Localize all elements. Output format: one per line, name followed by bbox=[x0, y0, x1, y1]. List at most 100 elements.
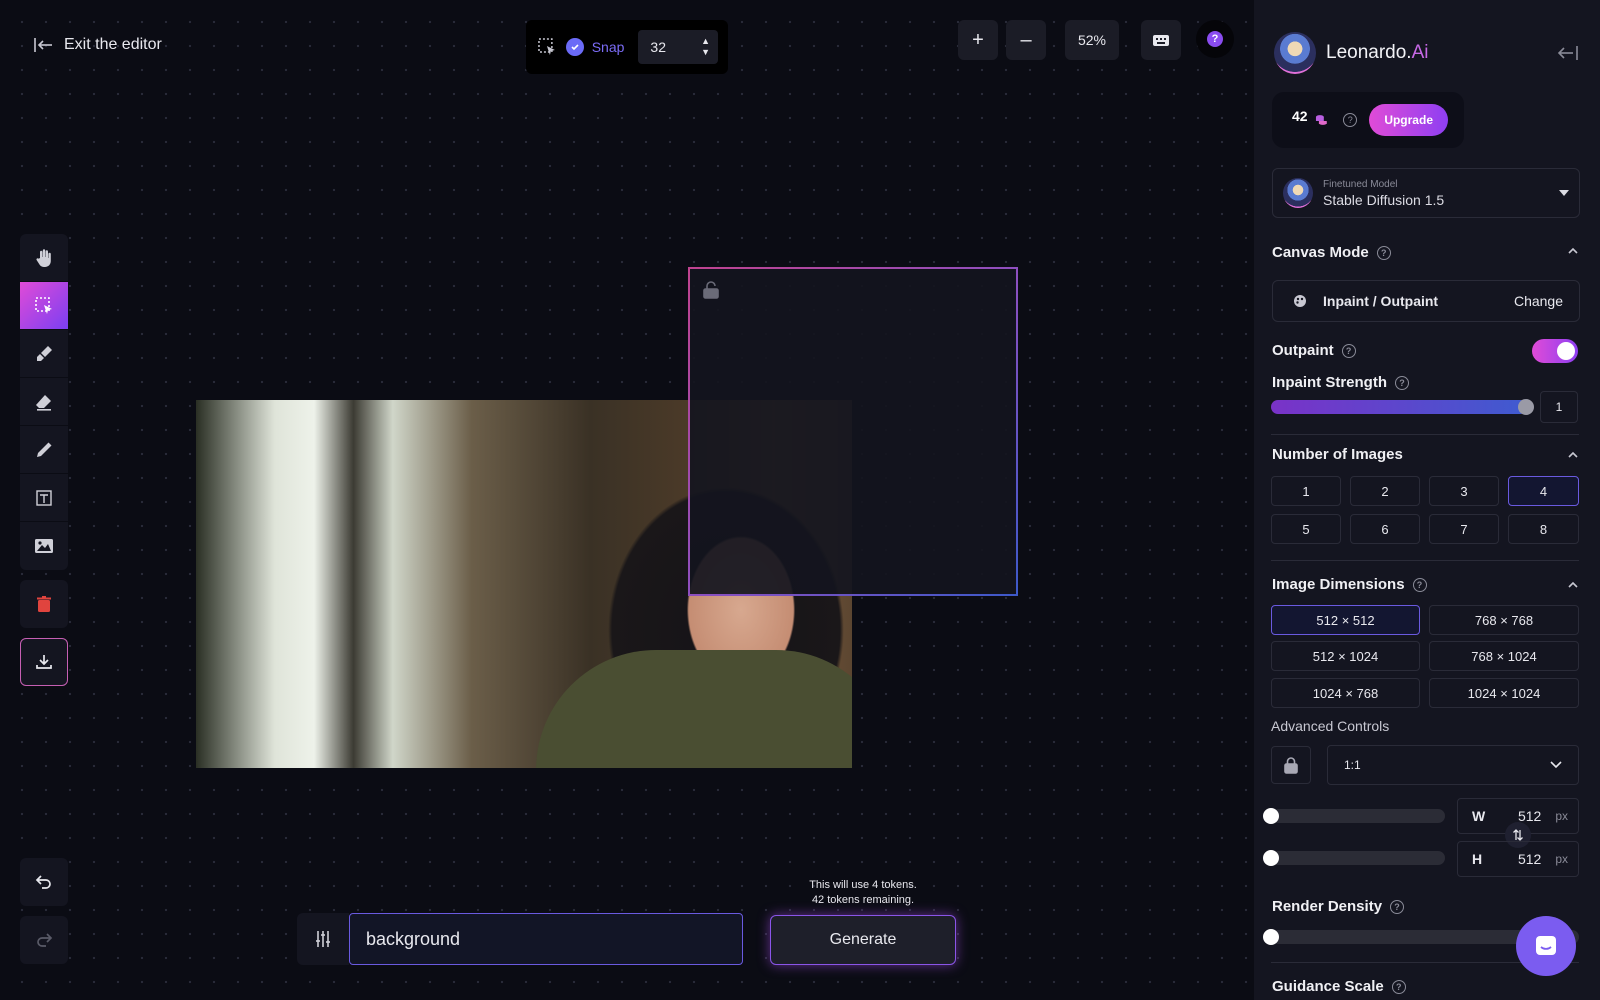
canvas-mode-title: Canvas Mode bbox=[1272, 244, 1369, 261]
eraser-icon bbox=[36, 394, 51, 411]
snap-label: Snap bbox=[591, 39, 625, 55]
image-count-option[interactable]: 8 bbox=[1508, 514, 1579, 544]
advanced-controls-label: Advanced Controls bbox=[1271, 718, 1390, 734]
brand-name: Leonardo.Ai bbox=[1326, 42, 1428, 64]
coins-icon bbox=[1315, 115, 1327, 125]
zoom-level[interactable]: 52% bbox=[1065, 20, 1119, 60]
help-icon[interactable]: ? bbox=[1341, 343, 1356, 358]
height-slider[interactable] bbox=[1271, 851, 1445, 865]
snap-value: 32 bbox=[650, 39, 666, 55]
generate-button[interactable]: Generate bbox=[770, 915, 956, 965]
selection-icon[interactable] bbox=[536, 36, 558, 58]
keyboard-shortcuts-button[interactable] bbox=[1141, 20, 1181, 60]
image-count-option[interactable]: 6 bbox=[1350, 514, 1420, 544]
help-icon[interactable]: ? bbox=[1412, 577, 1427, 592]
inpaint-strength-slider[interactable] bbox=[1271, 400, 1527, 414]
image-count-option[interactable]: 5 bbox=[1271, 514, 1341, 544]
support-chat-button[interactable] bbox=[1516, 916, 1576, 976]
stepper-up-icon[interactable]: ▲ bbox=[701, 37, 710, 46]
dimension-option[interactable]: 768 × 1024 bbox=[1429, 641, 1579, 671]
upgrade-button[interactable]: Upgrade bbox=[1369, 104, 1448, 136]
number-of-images-heading: Number of Images bbox=[1272, 446, 1403, 463]
dimension-option-selected[interactable]: 512 × 512 bbox=[1271, 605, 1420, 635]
token-count: 42 bbox=[1292, 108, 1308, 124]
divider bbox=[1271, 560, 1579, 561]
inpaint-strength-thumb[interactable] bbox=[1518, 399, 1534, 415]
image-count-option[interactable]: 2 bbox=[1350, 476, 1420, 506]
help-icon[interactable]: ? bbox=[1376, 245, 1391, 260]
token-usage-note: This will use 4 tokens. 42 tokens remain… bbox=[770, 878, 956, 908]
zoom-out-button[interactable]: – bbox=[1006, 20, 1046, 60]
image-count-option[interactable]: 3 bbox=[1429, 476, 1499, 506]
prompt-bar bbox=[297, 913, 743, 965]
change-mode-button[interactable]: Change bbox=[1514, 293, 1563, 309]
download-button[interactable] bbox=[20, 638, 68, 686]
help-icon[interactable]: ? bbox=[1395, 375, 1409, 390]
exit-editor-button[interactable]: Exit the editor bbox=[32, 34, 162, 56]
guidance-scale-heading: Guidance Scale ? bbox=[1272, 978, 1406, 995]
avatar[interactable] bbox=[1274, 32, 1316, 74]
tool-palette bbox=[20, 234, 68, 570]
model-selector[interactable]: Finetuned Model Stable Diffusion 1.5 bbox=[1272, 168, 1580, 218]
outpaint-toggle[interactable] bbox=[1532, 339, 1578, 363]
chevron-up-icon[interactable] bbox=[1568, 580, 1578, 590]
dimension-option[interactable]: 768 × 768 bbox=[1429, 605, 1579, 635]
trash-icon bbox=[37, 596, 51, 612]
inpaint-strength-value[interactable]: 1 bbox=[1540, 391, 1578, 423]
model-avatar bbox=[1283, 178, 1313, 208]
check-icon bbox=[571, 44, 579, 51]
width-slider-thumb[interactable] bbox=[1263, 808, 1279, 824]
dimension-option[interactable]: 512 × 1024 bbox=[1271, 641, 1420, 671]
image-count-option-selected[interactable]: 4 bbox=[1508, 476, 1579, 506]
tool-eraser[interactable] bbox=[20, 378, 68, 426]
redo-button[interactable] bbox=[20, 916, 68, 964]
render-density-heading: Render Density ? bbox=[1272, 898, 1405, 915]
help-button[interactable]: ? bbox=[1196, 20, 1234, 58]
prompt-input[interactable] bbox=[349, 913, 743, 965]
dimension-option[interactable]: 1024 × 768 bbox=[1271, 678, 1420, 708]
collapse-panel-icon[interactable] bbox=[1556, 44, 1580, 62]
zoom-in-button[interactable]: + bbox=[958, 20, 998, 60]
aspect-ratio-select[interactable]: 1:1 bbox=[1327, 745, 1579, 785]
help-icon[interactable]: ? bbox=[1391, 979, 1406, 994]
render-density-thumb[interactable] bbox=[1263, 929, 1279, 945]
tool-select[interactable] bbox=[20, 282, 68, 330]
chevron-up-icon[interactable] bbox=[1568, 246, 1578, 256]
snap-checkbox[interactable] bbox=[565, 38, 584, 56]
stepper-down-icon[interactable]: ▼ bbox=[701, 48, 710, 57]
undo-button[interactable] bbox=[20, 858, 68, 906]
caret-down-icon bbox=[1559, 190, 1569, 196]
model-subtitle: Finetuned Model bbox=[1323, 178, 1398, 190]
lock-icon bbox=[1284, 757, 1298, 774]
prompt-settings-button[interactable] bbox=[297, 913, 349, 965]
snap-stepper[interactable]: ▲ ▼ bbox=[701, 37, 710, 57]
inpaint-strength-label: Inpaint Strength bbox=[1272, 374, 1387, 391]
unlock-icon[interactable] bbox=[700, 279, 722, 301]
aspect-lock-button[interactable] bbox=[1271, 746, 1311, 784]
snap-value-input[interactable]: 32 ▲ ▼ bbox=[638, 30, 718, 64]
tool-pan[interactable] bbox=[20, 234, 68, 282]
sliders-icon bbox=[316, 931, 330, 947]
token-help-icon[interactable]: ? bbox=[1343, 113, 1358, 127]
tool-sketch[interactable] bbox=[20, 426, 68, 474]
chevron-up-icon[interactable] bbox=[1568, 450, 1578, 460]
delete-button[interactable] bbox=[20, 580, 68, 628]
tool-image[interactable] bbox=[20, 522, 68, 570]
image-count-option[interactable]: 7 bbox=[1429, 514, 1499, 544]
height-field[interactable]: H 512 px bbox=[1457, 841, 1579, 877]
tool-text[interactable] bbox=[20, 474, 68, 522]
image-count-option[interactable]: 1 bbox=[1271, 476, 1341, 506]
help-icon[interactable]: ? bbox=[1390, 899, 1405, 914]
width-unit: px bbox=[1555, 809, 1568, 823]
dimension-option[interactable]: 1024 × 1024 bbox=[1429, 678, 1579, 708]
width-slider[interactable] bbox=[1271, 809, 1445, 823]
tool-draw-mask[interactable] bbox=[20, 330, 68, 378]
divider bbox=[1271, 434, 1579, 435]
text-layer-icon bbox=[36, 489, 52, 506]
canvas-mode-heading: Canvas Mode ? bbox=[1272, 244, 1391, 261]
chat-icon bbox=[1536, 936, 1556, 955]
model-name: Stable Diffusion 1.5 bbox=[1323, 191, 1445, 208]
height-slider-thumb[interactable] bbox=[1263, 850, 1279, 866]
inpaint-strength-heading: Inpaint Strength ? bbox=[1272, 374, 1409, 391]
generation-frame[interactable] bbox=[688, 267, 1018, 596]
